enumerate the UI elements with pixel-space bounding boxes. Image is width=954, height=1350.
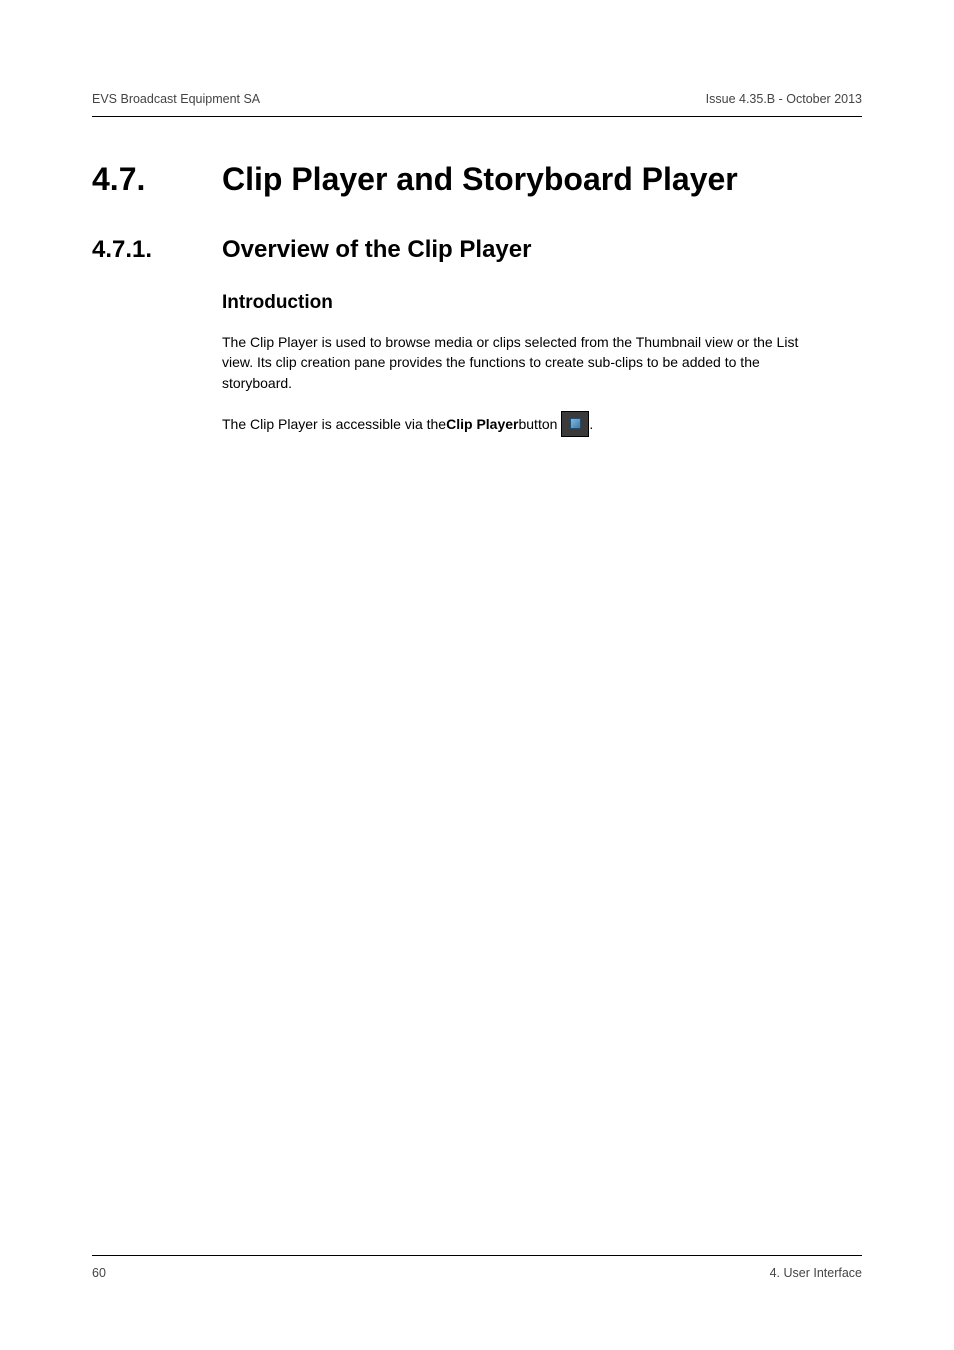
paragraph-1: The Clip Player is used to browse media … — [222, 332, 802, 393]
clip-player-button-icon — [561, 411, 589, 437]
heading-1-text: Clip Player and Storyboard Player — [222, 161, 738, 198]
heading-3: Introduction — [222, 292, 802, 314]
paragraph-2-post: . — [589, 414, 593, 434]
footer-page-number: 60 — [92, 1266, 106, 1280]
body-column: Introduction The Clip Player is used to … — [222, 292, 802, 437]
heading-1-number: 4.7. — [92, 161, 222, 198]
header-right: Issue 4.35.B - October 2013 — [706, 92, 862, 106]
header-left: EVS Broadcast Equipment SA — [92, 92, 260, 106]
heading-1: 4.7. Clip Player and Storyboard Player — [92, 161, 862, 198]
paragraph-2-pre: The Clip Player is accessible via the — [222, 414, 446, 434]
clip-player-label: Clip Player — [446, 414, 518, 434]
paragraph-2: The Clip Player is accessible via the Cl… — [222, 411, 802, 437]
stop-square-icon — [570, 418, 581, 429]
document-page: EVS Broadcast Equipment SA Issue 4.35.B … — [0, 0, 954, 1350]
heading-2: 4.7.1. Overview of the Clip Player — [92, 236, 862, 264]
heading-2-number: 4.7.1. — [92, 236, 222, 264]
page-header: EVS Broadcast Equipment SA Issue 4.35.B … — [92, 92, 862, 117]
footer-section: 4. User Interface — [770, 1266, 862, 1280]
page-footer: 60 4. User Interface — [92, 1255, 862, 1280]
paragraph-2-mid: button — [518, 414, 557, 434]
heading-2-text: Overview of the Clip Player — [222, 236, 531, 264]
